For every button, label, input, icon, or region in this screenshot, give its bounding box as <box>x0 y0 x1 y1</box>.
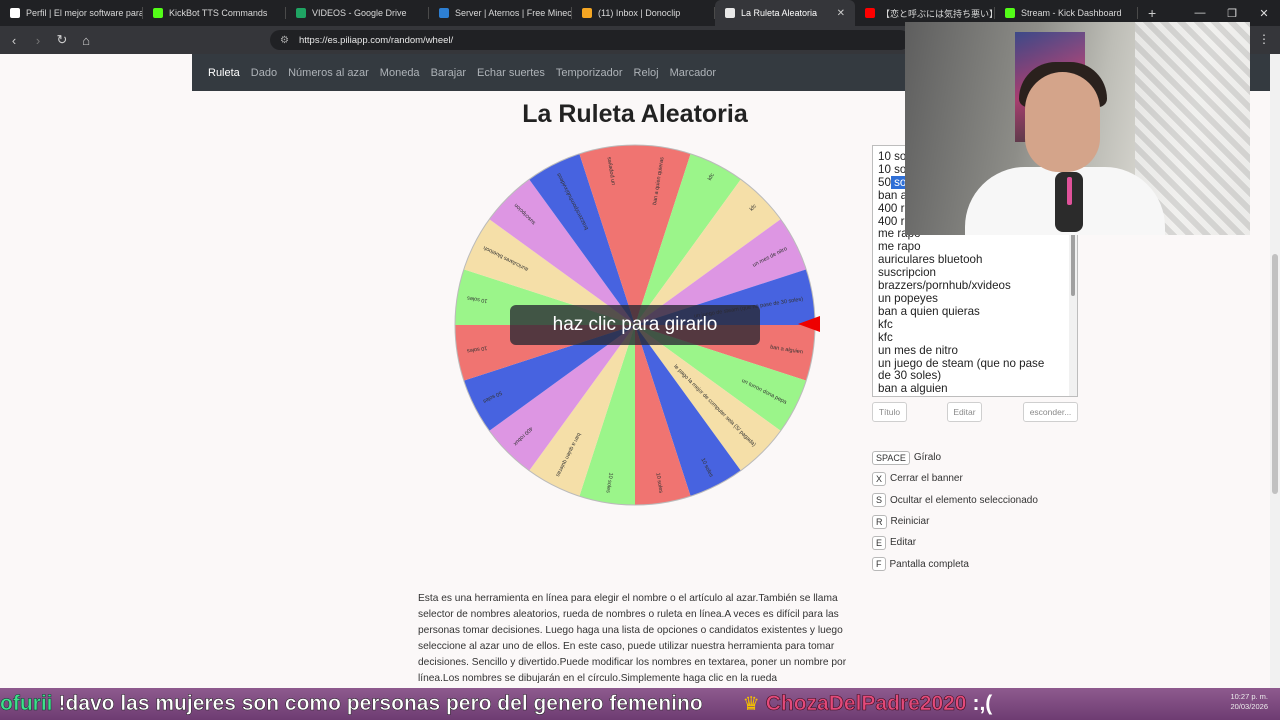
shortcut-label: Editar <box>890 537 917 549</box>
site-info-icon[interactable]: ⚙ <box>280 35 289 46</box>
tab-favicon-icon <box>865 8 875 18</box>
minimize-icon[interactable]: — <box>1184 7 1216 19</box>
shortcut-key: E <box>872 535 887 550</box>
browser-tab[interactable]: Perfil | El mejor software para p <box>0 0 143 26</box>
browser-tab[interactable]: Server | Aternos | Free Minecra <box>429 0 572 26</box>
browser-tab[interactable]: La Ruleta Aleatoria ✕ <box>715 0 855 26</box>
names-line: kfc <box>878 317 893 331</box>
clock-time: 10:27 p. m. <box>1230 692 1268 701</box>
shortcut-row: SPACE Gíralo <box>872 447 1038 468</box>
tab-favicon-icon <box>439 8 449 18</box>
nav-item[interactable]: Marcador <box>670 67 716 79</box>
browser-menu-icon[interactable]: ⋮ <box>1258 32 1270 46</box>
tab-title: Stream - Kick Dashboard <box>1021 8 1122 18</box>
shortcut-key: R <box>872 514 887 529</box>
description-text: Esta es una herramienta en línea para el… <box>418 593 847 684</box>
tab-favicon-icon <box>296 8 306 18</box>
keyboard-shortcuts: SPACE Gíralo X Cerrar el banner S Ocultar el … <box>872 447 1038 575</box>
hide-button[interactable]: esconder... <box>1023 402 1078 422</box>
nav-item[interactable]: Dado <box>251 67 277 79</box>
title-button[interactable]: Título <box>872 402 907 422</box>
names-line: ban a quien quieras <box>878 304 980 318</box>
new-tab-icon[interactable]: + <box>1138 5 1166 21</box>
names-line: un mes de nitro <box>878 343 958 357</box>
shortcut-row: F Pantalla completa <box>872 553 1038 574</box>
reload-icon[interactable]: ↻ <box>52 32 72 48</box>
wheel-pointer-icon <box>798 316 820 332</box>
nav-item[interactable]: Ruleta <box>208 67 240 79</box>
spin-button[interactable]: haz clic para girarlo <box>510 305 760 345</box>
tab-favicon-icon <box>725 8 735 18</box>
webcam-overlay <box>905 22 1250 235</box>
shortcut-key: F <box>872 557 886 572</box>
browser-tab[interactable]: KickBot TTS Commands <box>143 0 286 26</box>
nav-item[interactable]: Temporizador <box>556 67 623 79</box>
tab-title: La Ruleta Aleatoria <box>741 8 818 18</box>
edit-button[interactable]: Editar <box>947 402 982 422</box>
nav-item[interactable]: Echar suertes <box>477 67 545 79</box>
tab-favicon-icon <box>582 8 592 18</box>
tab-favicon-icon <box>1005 8 1015 18</box>
url-input[interactable]: ⚙ https://es.piliapp.com/random/wheel/ <box>270 30 910 50</box>
tab-title: 【恋と呼ぶには気持ち悪い】O <box>881 8 995 19</box>
nav-item[interactable]: Reloj <box>634 67 659 79</box>
crown-icon: ♛ <box>742 693 760 715</box>
tab-title: (11) Inbox | Donoclip <box>598 8 681 18</box>
nav-item[interactable]: Números al azar <box>288 67 369 79</box>
shortcut-row: X Cerrar el banner <box>872 468 1038 489</box>
shortcut-label: Cerrar el banner <box>890 473 963 485</box>
taskbar-clock: 10:27 p. m. 20/03/2026 <box>1230 692 1268 712</box>
chat-username-2: ChozaDelPadre2020 <box>765 692 967 716</box>
nav-item[interactable]: Moneda <box>380 67 420 79</box>
shortcut-key: SPACE <box>872 450 910 465</box>
names-line: kfc <box>878 330 893 344</box>
names-line: un popeyes <box>878 291 938 305</box>
shortcut-label: Ocultar el elemento seleccionado <box>890 494 1038 506</box>
close-tab-icon[interactable]: ✕ <box>837 8 845 19</box>
browser-tab[interactable]: (11) Inbox | Donoclip <box>572 0 715 26</box>
tab-title: KickBot TTS Commands <box>169 8 268 18</box>
page-title: La Ruleta Aleatoria <box>522 100 748 128</box>
shortcut-label: Pantalla completa <box>889 558 970 570</box>
tab-title: Server | Aternos | Free Minecra <box>455 8 572 18</box>
chat-message-2: :,( <box>972 692 993 715</box>
tab-favicon-icon <box>10 8 20 18</box>
shortcut-label: Gíralo <box>913 452 942 464</box>
maximize-icon[interactable]: ❐ <box>1216 7 1248 20</box>
forward-icon[interactable]: › <box>28 33 48 48</box>
clock-date: 20/03/2026 <box>1230 702 1268 711</box>
chat-message: !davo las mujeres son como personas pero… <box>58 692 703 716</box>
close-window-icon[interactable]: ✕ <box>1248 7 1280 20</box>
shortcut-row: S Ocultar el elemento seleccionado <box>872 490 1038 511</box>
tab-favicon-icon <box>153 8 163 18</box>
tab-title: VIDEOS - Google Drive <box>312 8 407 18</box>
shortcut-key: X <box>872 471 887 486</box>
back-icon[interactable]: ‹ <box>4 33 24 48</box>
shortcut-row: E Editar <box>872 532 1038 553</box>
page-scrollbar[interactable] <box>1270 54 1280 688</box>
nav-item[interactable]: Barajar <box>431 67 466 79</box>
shortcut-row: R Reiniciar <box>872 511 1038 532</box>
tab-title: Perfil | El mejor software para p <box>26 8 143 18</box>
names-line: ban a alguien <box>878 382 948 396</box>
url-text: https://es.piliapp.com/random/wheel/ <box>298 34 454 46</box>
browser-tab[interactable]: VIDEOS - Google Drive <box>286 0 429 26</box>
shortcut-key: S <box>872 493 887 508</box>
chat-username: ofurii <box>0 692 53 716</box>
stream-chat-bar: ofurii !davo las mujeres son como person… <box>0 688 1280 720</box>
shortcut-label: Reiniciar <box>890 516 930 528</box>
home-icon[interactable]: ⌂ <box>76 33 96 48</box>
